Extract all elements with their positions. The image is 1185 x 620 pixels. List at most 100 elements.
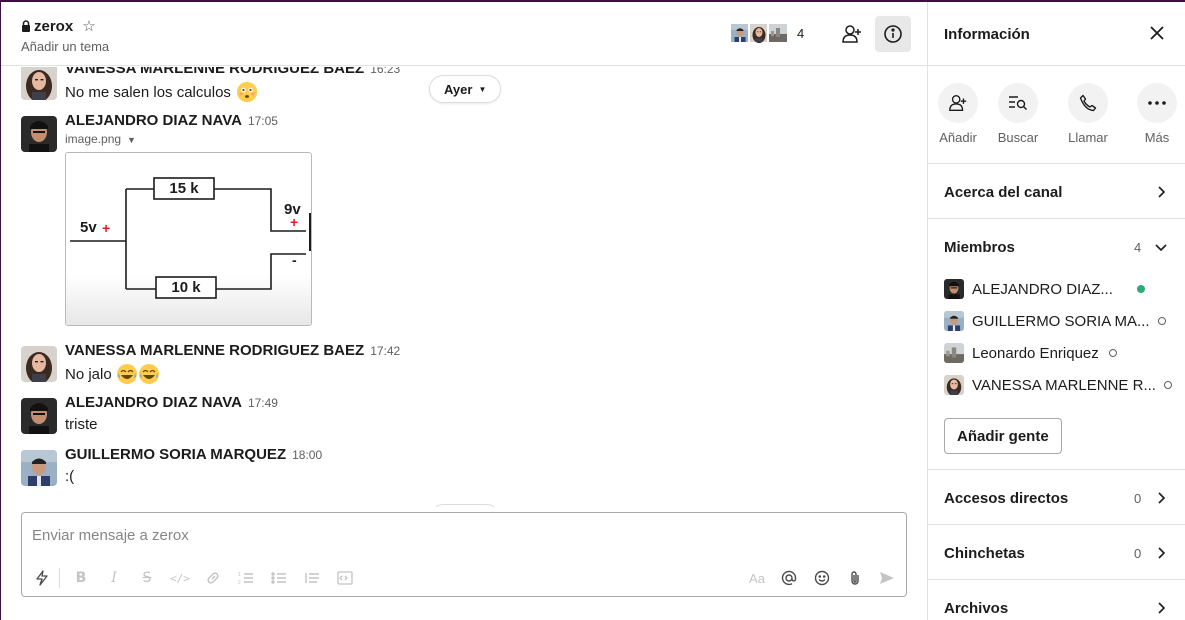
add-member-button[interactable] [834,16,870,52]
chevron-right-icon [1158,602,1166,614]
avatar [944,279,964,299]
bullet-list-icon[interactable] [268,567,290,589]
add-people-button[interactable]: Añadir gente [944,418,1062,454]
shortcuts-row[interactable]: Accesos directos 0 [928,470,1185,525]
avatar[interactable] [21,116,57,152]
message-body: GUILLERMO SORIA MARQUEZ 18:00 :( [65,446,865,485]
minus-sign: - [292,252,297,268]
avatar [944,343,964,363]
files-label: Archivos [944,600,1009,617]
ordered-list-icon[interactable]: 12 [235,567,257,589]
message-body: VANESSA MARLENNE RODRIGUEZ BAEZ 17:42 No … [65,342,865,384]
message-time[interactable]: 17:42 [370,344,400,358]
shortcuts-lightning-icon[interactable] [31,567,53,589]
member-row[interactable]: VANESSA MARLENNE R... [944,374,1172,396]
message-author[interactable]: ALEJANDRO DIAZ NAVA [65,112,242,129]
member-name: ALEJANDRO DIAZ... [972,280,1113,298]
message-content: No jalo [65,364,865,384]
mention-icon[interactable] [778,567,800,589]
away-status-icon [1157,317,1166,325]
day-divider-label: Ayer [444,81,473,97]
add-person-icon [938,83,978,123]
channel-details-button[interactable] [875,16,911,52]
details-sidebar: Información Añadir Buscar Llamar Más Ace… [927,2,1185,620]
about-channel-label: Acerca del canal [944,184,1063,201]
day-divider-button[interactable]: Ayer ▼ [429,75,502,103]
more-action-button[interactable]: Más [1127,83,1185,145]
code-block-icon[interactable] [334,567,356,589]
avatar [767,21,789,45]
member-name: GUILLERMO SORIA MA... [972,312,1150,330]
formatting-toggle[interactable]: Aa [746,567,768,589]
call-action-button[interactable]: Llamar [1058,83,1118,145]
pins-count: 0 [1134,546,1142,561]
strikethrough-icon[interactable]: S [136,567,158,589]
blockquote-icon[interactable] [301,567,323,589]
add-action-button[interactable]: Añadir [928,83,988,145]
attachment-icon[interactable] [844,567,866,589]
search-list-icon [998,83,1038,123]
close-icon[interactable] [1148,24,1166,42]
message-input[interactable] [32,523,892,547]
message-time[interactable]: 16:23 [370,67,400,76]
image-attachment[interactable]: 15 k 10 k 5v + 9v + - [65,152,312,326]
file-label[interactable]: image.png ▼ [65,132,865,146]
code-icon[interactable]: </> [169,567,191,589]
message-time[interactable]: 17:05 [248,114,278,128]
info-icon [884,25,902,43]
message-author[interactable]: VANESSA MARLENNE RODRIGUEZ BAEZ [65,67,364,77]
member-row[interactable]: Leonardo Enriquez [944,342,1117,364]
caret-down-icon[interactable]: ▼ [127,135,136,145]
chevron-right-icon [1158,547,1166,559]
away-status-icon [1163,381,1172,389]
files-row[interactable]: Archivos [928,580,1185,620]
message-author[interactable]: ALEJANDRO DIAZ NAVA [65,394,242,411]
avatar[interactable] [21,450,57,486]
avatar[interactable] [21,67,57,100]
emoji-icon[interactable] [811,567,833,589]
joy-emoji-icon [116,364,137,384]
resistor-15k-label: 15 k [169,180,199,197]
message-text: triste [65,416,98,433]
italic-icon[interactable]: I [103,567,125,589]
avatar [944,375,964,395]
avatar[interactable] [21,346,57,382]
action-label: Añadir [939,130,977,145]
action-label: Más [1144,130,1170,145]
members-label[interactable]: Miembros [944,239,1015,256]
message-text: No jalo [65,365,112,383]
about-channel-row[interactable]: Acerca del canal [928,164,1185,219]
channel-title[interactable]: zerox ☆ [21,17,96,35]
search-action-button[interactable]: Buscar [988,83,1048,145]
channel-header: zerox ☆ Añadir un tema 4 [1,2,927,66]
member-row[interactable]: ALEJANDRO DIAZ... [944,278,1145,300]
file-name: image.png [65,132,122,146]
channel-topic[interactable]: Añadir un tema [21,39,109,54]
format-label: Aa [749,570,765,586]
pins-row[interactable]: Chinchetas 0 [928,525,1185,580]
member-row[interactable]: GUILLERMO SORIA MA... [944,310,1166,332]
message-time[interactable]: 18:00 [292,448,322,462]
sidebar-actions: Añadir Buscar Llamar Más [928,66,1185,164]
sidebar-header: Información [928,2,1185,66]
bold-icon[interactable]: B [70,567,92,589]
message-author[interactable]: VANESSA MARLENNE RODRIGUEZ BAEZ [65,342,364,359]
message-composer: B I S </> 12 Aa [21,512,907,597]
chevron-right-icon [1158,186,1166,198]
chevron-down-icon[interactable] [1154,240,1168,254]
day-divider-stub [431,504,499,507]
send-icon[interactable] [876,567,898,589]
more-icon [1137,83,1177,123]
member-avatars[interactable]: 4 [729,21,804,45]
message-time[interactable]: 17:49 [248,396,278,410]
avatar[interactable] [21,398,57,434]
shortcuts-label: Accesos directos [944,490,1069,507]
message-body: ALEJANDRO DIAZ NAVA 17:05 image.png ▼ 15… [65,112,865,326]
message-author[interactable]: GUILLERMO SORIA MARQUEZ [65,446,286,463]
active-status-icon [1136,285,1145,293]
link-icon[interactable] [202,567,224,589]
flushed-emoji-icon [236,82,257,102]
star-icon[interactable]: ☆ [82,17,95,35]
lock-icon [22,20,30,32]
member-name: Leonardo Enriquez [972,344,1099,362]
